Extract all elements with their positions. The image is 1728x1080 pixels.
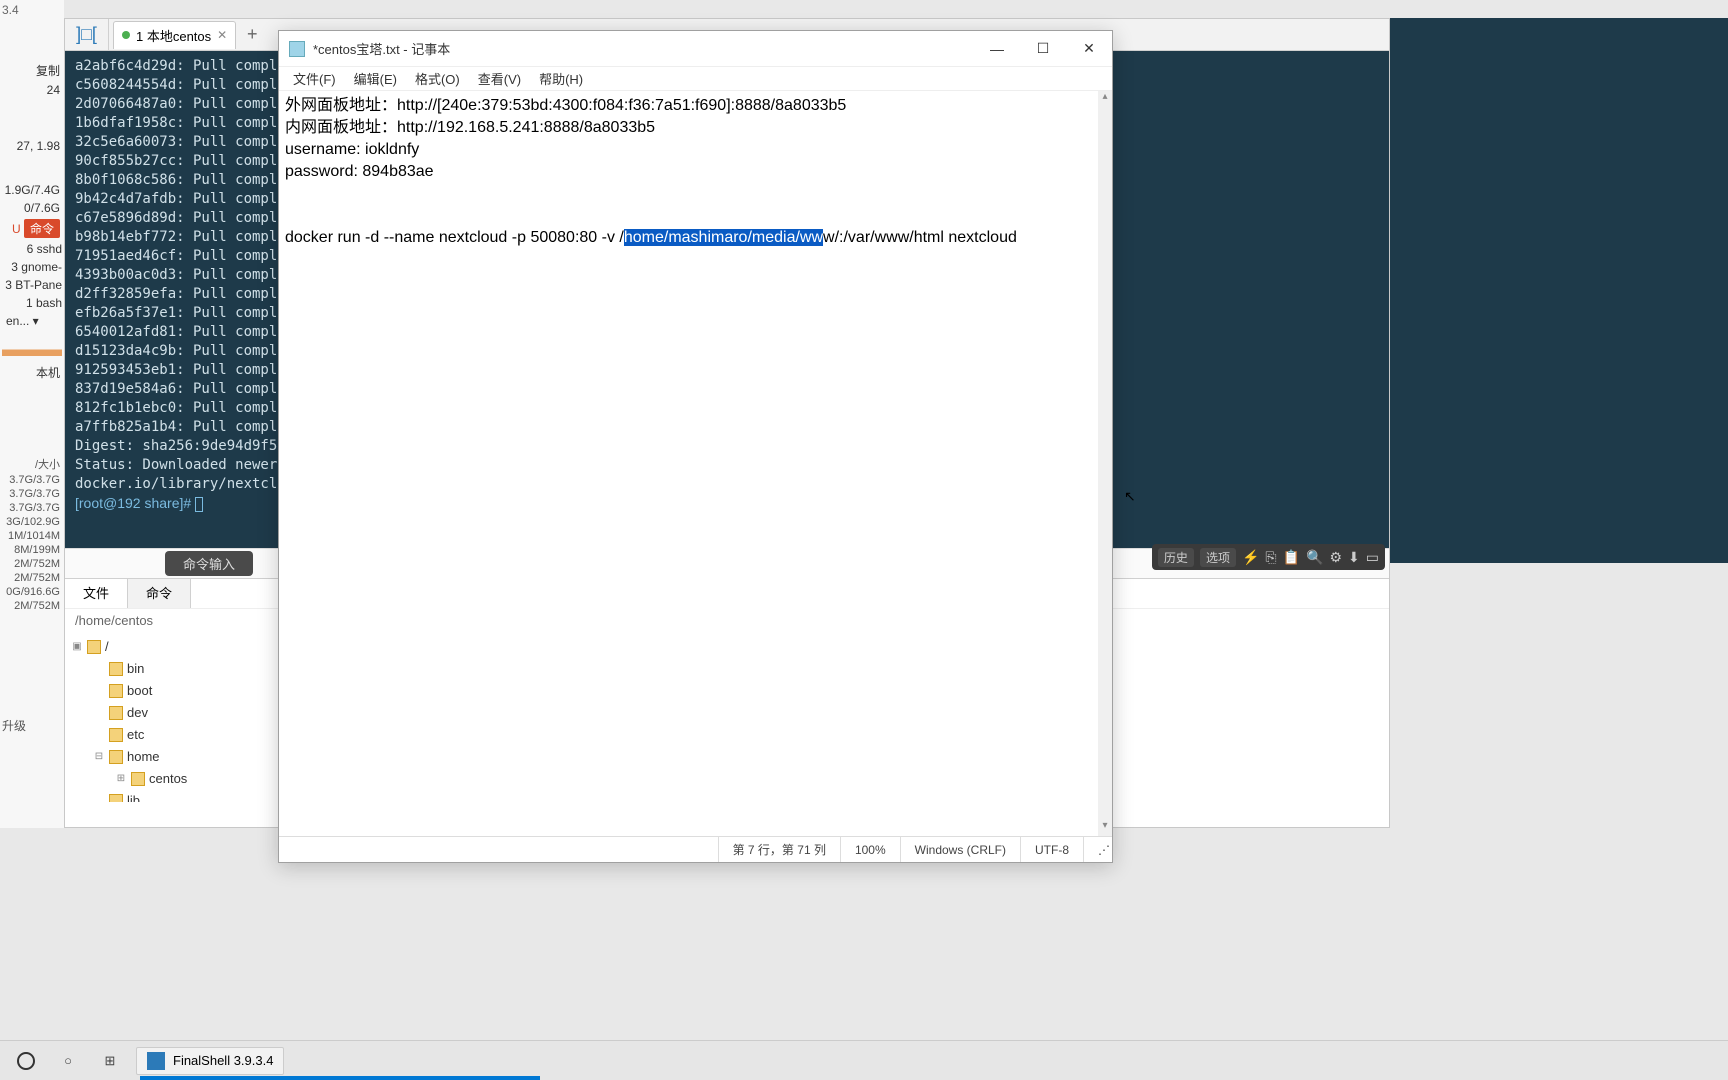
size-row: 3G/102.9G [0,515,64,529]
tab-commands[interactable]: 命令 [128,579,191,608]
disk-ratio: 0/7.6G [0,199,64,217]
titlebar[interactable]: *centos宝塔.txt - 记事本 — ☐ ✕ [279,31,1112,67]
maximize-button[interactable]: ☐ [1020,31,1066,67]
search-icon[interactable]: 🔍 [1306,549,1323,566]
options-button[interactable]: 选项 [1200,548,1236,567]
notepad-window: *centos宝塔.txt - 记事本 — ☐ ✕ 文件(F) 编辑(E) 格式… [278,30,1113,863]
size-row: 3.7G/3.7G [0,473,64,487]
cursor-position: 第 7 行，第 71 列 [718,837,840,862]
encoding-dropdown[interactable]: en... ▾ [0,312,64,330]
cortana-icon[interactable]: ○ [52,1045,84,1077]
command-input-button[interactable]: 命令输入 [165,551,253,576]
resize-grip-icon[interactable]: ⋰ [1083,837,1112,862]
size-row: 2M/752M [0,557,64,571]
menu-help[interactable]: 帮助(H) [531,67,591,90]
left-sidebar: 3.4 复制 24 27, 1.98 1.9G/7.4G 0/7.6G U 命令… [0,0,64,828]
sparkline-chart [2,334,62,356]
taskbar-app-label: FinalShell 3.9.3.4 [173,1053,273,1068]
minimize-button[interactable]: — [974,31,1020,67]
gear-icon[interactable]: ⚙ [1329,549,1342,566]
taskbar-app-finalshell[interactable]: FinalShell 3.9.3.4 [136,1047,284,1075]
status-bar: 第 7 行，第 71 列 100% Windows (CRLF) UTF-8 ⋰ [279,836,1112,862]
zoom-level: 100% [840,837,900,862]
taskbar-accent [140,1076,540,1080]
text-area[interactable]: 外网面板地址：http://[240e:379:53bd:4300:f084:f… [279,91,1112,836]
size-header: /大小 [0,455,64,473]
bolt-icon[interactable]: ⚡ [1242,549,1259,566]
scroll-up-icon[interactable]: ▴ [1098,91,1112,107]
size-row: 2M/752M [0,599,64,613]
size-row: 0G/916.6G [0,585,64,599]
download-icon[interactable]: ⬇ [1348,549,1360,566]
process-row[interactable]: 1 bash [0,294,64,312]
history-button[interactable]: 历史 [1158,548,1194,567]
add-tab-button[interactable]: + [240,24,264,45]
scroll-down-icon[interactable]: ▾ [1098,820,1112,836]
local-label: 本机 [0,360,64,385]
line-ending: Windows (CRLF) [900,837,1020,862]
size-row: 3.7G/3.7G [0,487,64,501]
fullscreen-icon[interactable]: ▭ [1366,549,1379,566]
close-button[interactable]: ✕ [1066,31,1112,67]
menubar: 文件(F) 编辑(E) 格式(O) 查看(V) 帮助(H) [279,67,1112,91]
copy-icon[interactable]: ⎘ [1265,549,1276,566]
menu-file[interactable]: 文件(F) [285,67,344,90]
encoding: UTF-8 [1020,837,1083,862]
cmd-header: U 命令 [0,217,64,240]
size-row: 2M/752M [0,571,64,585]
paste-icon[interactable]: 📋 [1283,549,1300,566]
menu-edit[interactable]: 编辑(E) [346,67,405,90]
taskview-icon[interactable]: ⊞ [94,1045,126,1077]
size-row: 8M/199M [0,543,64,557]
notepad-icon [289,41,305,57]
taskbar: ○ ⊞ FinalShell 3.9.3.4 [0,1040,1728,1080]
session-tab[interactable]: 1 本地centos ✕ [113,21,236,49]
process-row[interactable]: 6 sshd [0,240,64,258]
window-title: *centos宝塔.txt - 记事本 [313,39,450,58]
size-row: 3.7G/3.7G [0,501,64,515]
scrollbar[interactable]: ▴ ▾ [1098,91,1112,836]
copy-label[interactable]: 复制 [0,60,64,81]
process-row[interactable]: 3 gnome- [0,258,64,276]
selected-text: home/mashimaro/media/ww [624,229,823,246]
start-button[interactable] [10,1045,42,1077]
disk-usage: 1.9G/7.4G [0,181,64,199]
status-dot-icon [122,31,130,39]
tab-label: 1 本地centos [136,26,211,45]
finalshell-icon [147,1052,165,1070]
size-row: 1M/1014M [0,529,64,543]
close-tab-icon[interactable]: ✕ [217,28,227,42]
version-small: 3.4 [0,0,64,20]
menu-view[interactable]: 查看(V) [470,67,529,90]
upgrade-label[interactable]: 升级 [0,713,64,738]
terminal-toolbar: 历史 选项 ⚡ ⎘ 📋 🔍 ⚙ ⬇ ▭ [1152,544,1385,570]
tab-files[interactable]: 文件 [65,579,128,608]
process-row[interactable]: 3 BT-Pane [0,276,64,294]
stat-row: 27, 1.98 [0,137,64,155]
mouse-cursor-icon: ↖ [1124,488,1136,505]
tool-icon[interactable]: ]□[ [65,19,109,51]
menu-format[interactable]: 格式(O) [407,67,468,90]
stat-row: 24 [0,81,64,99]
